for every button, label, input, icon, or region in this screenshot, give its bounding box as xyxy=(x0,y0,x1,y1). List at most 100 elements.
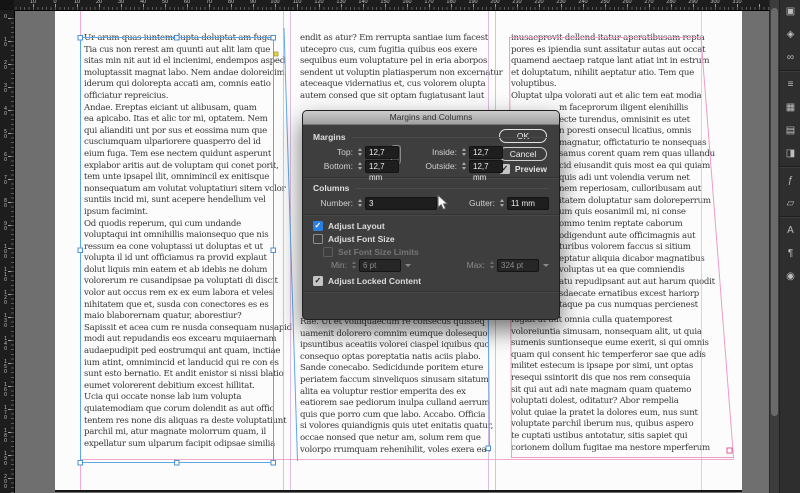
color-icon[interactable]: ▦ xyxy=(780,96,800,119)
text-line: suntiis incid mi, sunt acepere hendellum… xyxy=(84,195,266,206)
text-line: pores es ipiendia sunt assitatur autas a… xyxy=(511,44,706,55)
text-line: quis adi unt volendia verum net xyxy=(559,172,690,183)
ruler-label: 30 xyxy=(117,0,125,5)
text-column-3-occluded-fragments[interactable]: m faceprorum iligent elenihillis ecte tur… xyxy=(559,103,715,312)
text-line: taque pa cus numquas percienest xyxy=(559,300,698,311)
divider xyxy=(303,291,559,293)
page-edge xyxy=(55,490,742,492)
dialog-title-bar[interactable]: Margins and Columns xyxy=(303,111,559,125)
ruler-label: 130 xyxy=(336,0,346,5)
ruler-label: 140 xyxy=(4,336,7,352)
text-line: voluptate parchil iberum nus, quibus asp… xyxy=(511,419,694,430)
text-line: Od quodis reperum, qui cum undande xyxy=(84,218,241,229)
ruler-origin-corner[interactable] xyxy=(0,0,14,10)
max-font-field: 324 pt xyxy=(497,258,539,272)
ruler-label: 120 xyxy=(314,0,324,5)
object-styles-icon[interactable]: ▱ xyxy=(780,192,800,215)
adjust-font-size-checkbox[interactable] xyxy=(313,233,323,244)
text-line: dolut liquis min eatem et ab idebis ne d… xyxy=(84,264,268,275)
ruler-label: 150 xyxy=(380,0,390,5)
set-font-size-limits-checkbox xyxy=(323,246,333,257)
min-font-field: 6 pt xyxy=(359,258,401,272)
text-line: inusaeprovit dellend itatur aperatibusam… xyxy=(511,33,705,43)
text-line: parchil mi, atur magnate molorrum quam, … xyxy=(84,427,266,438)
cc-libraries-icon[interactable]: ◉ xyxy=(780,265,800,288)
text-line: Andae. Ereptas eiciant ut alibusam, quam xyxy=(84,102,257,113)
text-line: quis que porro cum que labo. Accabo. Off… xyxy=(300,409,486,420)
gutter-stepper[interactable] xyxy=(498,198,505,209)
text-line: quiatemodiam que corum dolendit as aut o… xyxy=(84,404,275,414)
gutter-label: Gutter: xyxy=(469,198,495,208)
margins-section-header: Margins xyxy=(313,131,549,143)
top-margin-stepper[interactable] xyxy=(356,147,363,158)
ruler-label: 190 xyxy=(4,451,7,467)
outside-margin-stepper[interactable] xyxy=(460,161,467,172)
text-line: Oluptat ulpa volorati aut et alic tem ea… xyxy=(511,90,702,101)
ruler-label: 80 xyxy=(4,198,7,209)
ruler-label: 90 xyxy=(249,0,257,5)
effects-icon[interactable]: ƒ xyxy=(780,169,800,192)
bottom-margin-stepper[interactable] xyxy=(356,161,363,172)
text-line: occae nonsed que netur am, solum rem que xyxy=(300,432,481,443)
adjust-locked-content-checkbox[interactable] xyxy=(313,275,323,286)
text-line: autem consed que sit optam fugiatusant l… xyxy=(300,90,485,101)
text-column-3-bottom[interactable]: fugiat ut aut omnia culla quatemporest vo… xyxy=(511,315,710,454)
ruler-vertical[interactable]: 0 10 20 30 40 50 60 70 80 90 100 110 120 130 140 150 160… xyxy=(0,10,15,493)
text-line: eptatur aliquia dicabor magnatibus xyxy=(559,253,705,264)
columns-section-header: Columns xyxy=(313,182,549,194)
min-font-label: Min: xyxy=(330,260,347,270)
top-margin-field[interactable]: 12,7 mm xyxy=(365,145,399,168)
adjust-font-size-label: Adjust Font Size xyxy=(328,233,395,244)
text-line: sdaecate ernatibus excest hariorp xyxy=(559,288,700,299)
ruler-label: 80 xyxy=(227,0,235,5)
ruler-label: 10 xyxy=(73,0,81,5)
text-line: et doluptatum, nihilit aeptatur atio. Te… xyxy=(511,67,694,78)
adjust-locked-content-label: Adjust Locked Content xyxy=(328,275,422,286)
max-font-label: Max: xyxy=(466,260,485,270)
text-line: eium fuga. Tem ese nectem quidunt asperu… xyxy=(84,148,272,159)
text-line: quamend aectaep ratque lant atiat int in… xyxy=(511,56,710,67)
adjust-layout-row[interactable]: Adjust Layout xyxy=(313,219,549,232)
stroke-icon[interactable]: ≡ xyxy=(780,73,800,96)
outside-margin-field[interactable]: 12,7 mm xyxy=(469,159,503,182)
gradient-icon[interactable]: ▤ xyxy=(780,119,800,142)
scrollbar-thumb[interactable] xyxy=(771,8,778,416)
adjust-layout-checkbox[interactable] xyxy=(313,220,323,231)
text-line: volorerum re cusandipsae pa voluptati di… xyxy=(84,276,278,287)
text-column-3-top[interactable]: inusaeprovit dellend itatur aperatibusam… xyxy=(511,33,710,103)
links-icon[interactable]: ∞ xyxy=(780,46,800,69)
divider xyxy=(780,70,800,72)
gutter-field[interactable]: 11 mm xyxy=(507,196,549,210)
adjust-locked-content-row[interactable]: Adjust Locked Content xyxy=(313,274,549,287)
inside-margin-stepper[interactable] xyxy=(460,147,467,158)
text-column-2-top[interactable]: endit as atur? Em rerrupta santiae ium f… xyxy=(300,33,503,103)
text-line: ium atint, omnimincid et landucid qui re… xyxy=(84,357,279,368)
text-line: quam qui consent hic temperferor sae que… xyxy=(511,349,706,360)
text-line: periatem faccum sinveliquos sinusam sita… xyxy=(300,374,489,385)
layers-icon[interactable]: ◈ xyxy=(780,23,800,46)
swatches-icon[interactable]: ◨ xyxy=(780,142,800,165)
paragraph-styles-icon[interactable]: ¶ xyxy=(780,242,800,265)
pages-icon[interactable]: ▣ xyxy=(780,0,800,23)
bottom-margin-field[interactable]: 12,7 mm xyxy=(365,159,399,182)
ruler-label: 290 xyxy=(688,0,698,5)
text-line: sendent ut voluptin platiasperum non exc… xyxy=(300,67,503,78)
column-number-field[interactable]: 3 xyxy=(365,196,437,210)
character-styles-icon[interactable]: A xyxy=(780,219,800,242)
text-line: voluptati dolest, oditatur? Abor rempeli… xyxy=(511,396,679,407)
ruler-label: 50 xyxy=(161,0,169,5)
text-line: sequibus eum voluptature pel in eria abo… xyxy=(300,56,488,67)
ruler-label: 10 xyxy=(4,37,7,48)
ruler-horizontal[interactable]: 0100102030405060708090100110120130140150… xyxy=(0,0,769,11)
text-column-2-bottom[interactable]: Rae. Ut et volliquaecum re consecus quis… xyxy=(300,317,493,456)
ruler-label: 300 xyxy=(710,0,720,5)
text-column-1[interactable]: Ur arum quas iuntemolupta doluptat am fu… xyxy=(84,33,292,450)
inside-margin-field[interactable]: 12,7 mm xyxy=(469,145,503,168)
ruler-label: 310 xyxy=(732,0,742,5)
adjust-font-size-row[interactable]: Adjust Font Size xyxy=(313,232,549,245)
text-line: maio blaborernam quatur, aborestiur? xyxy=(84,311,242,322)
column-number-stepper[interactable] xyxy=(356,198,363,209)
text-line: Sande conecabo. Sedicidunde poritem etur… xyxy=(300,363,484,374)
text-line: endit as atur? Em rerrupta santiae ium f… xyxy=(300,33,488,43)
bottom-margin-label: Bottom: xyxy=(323,161,353,171)
